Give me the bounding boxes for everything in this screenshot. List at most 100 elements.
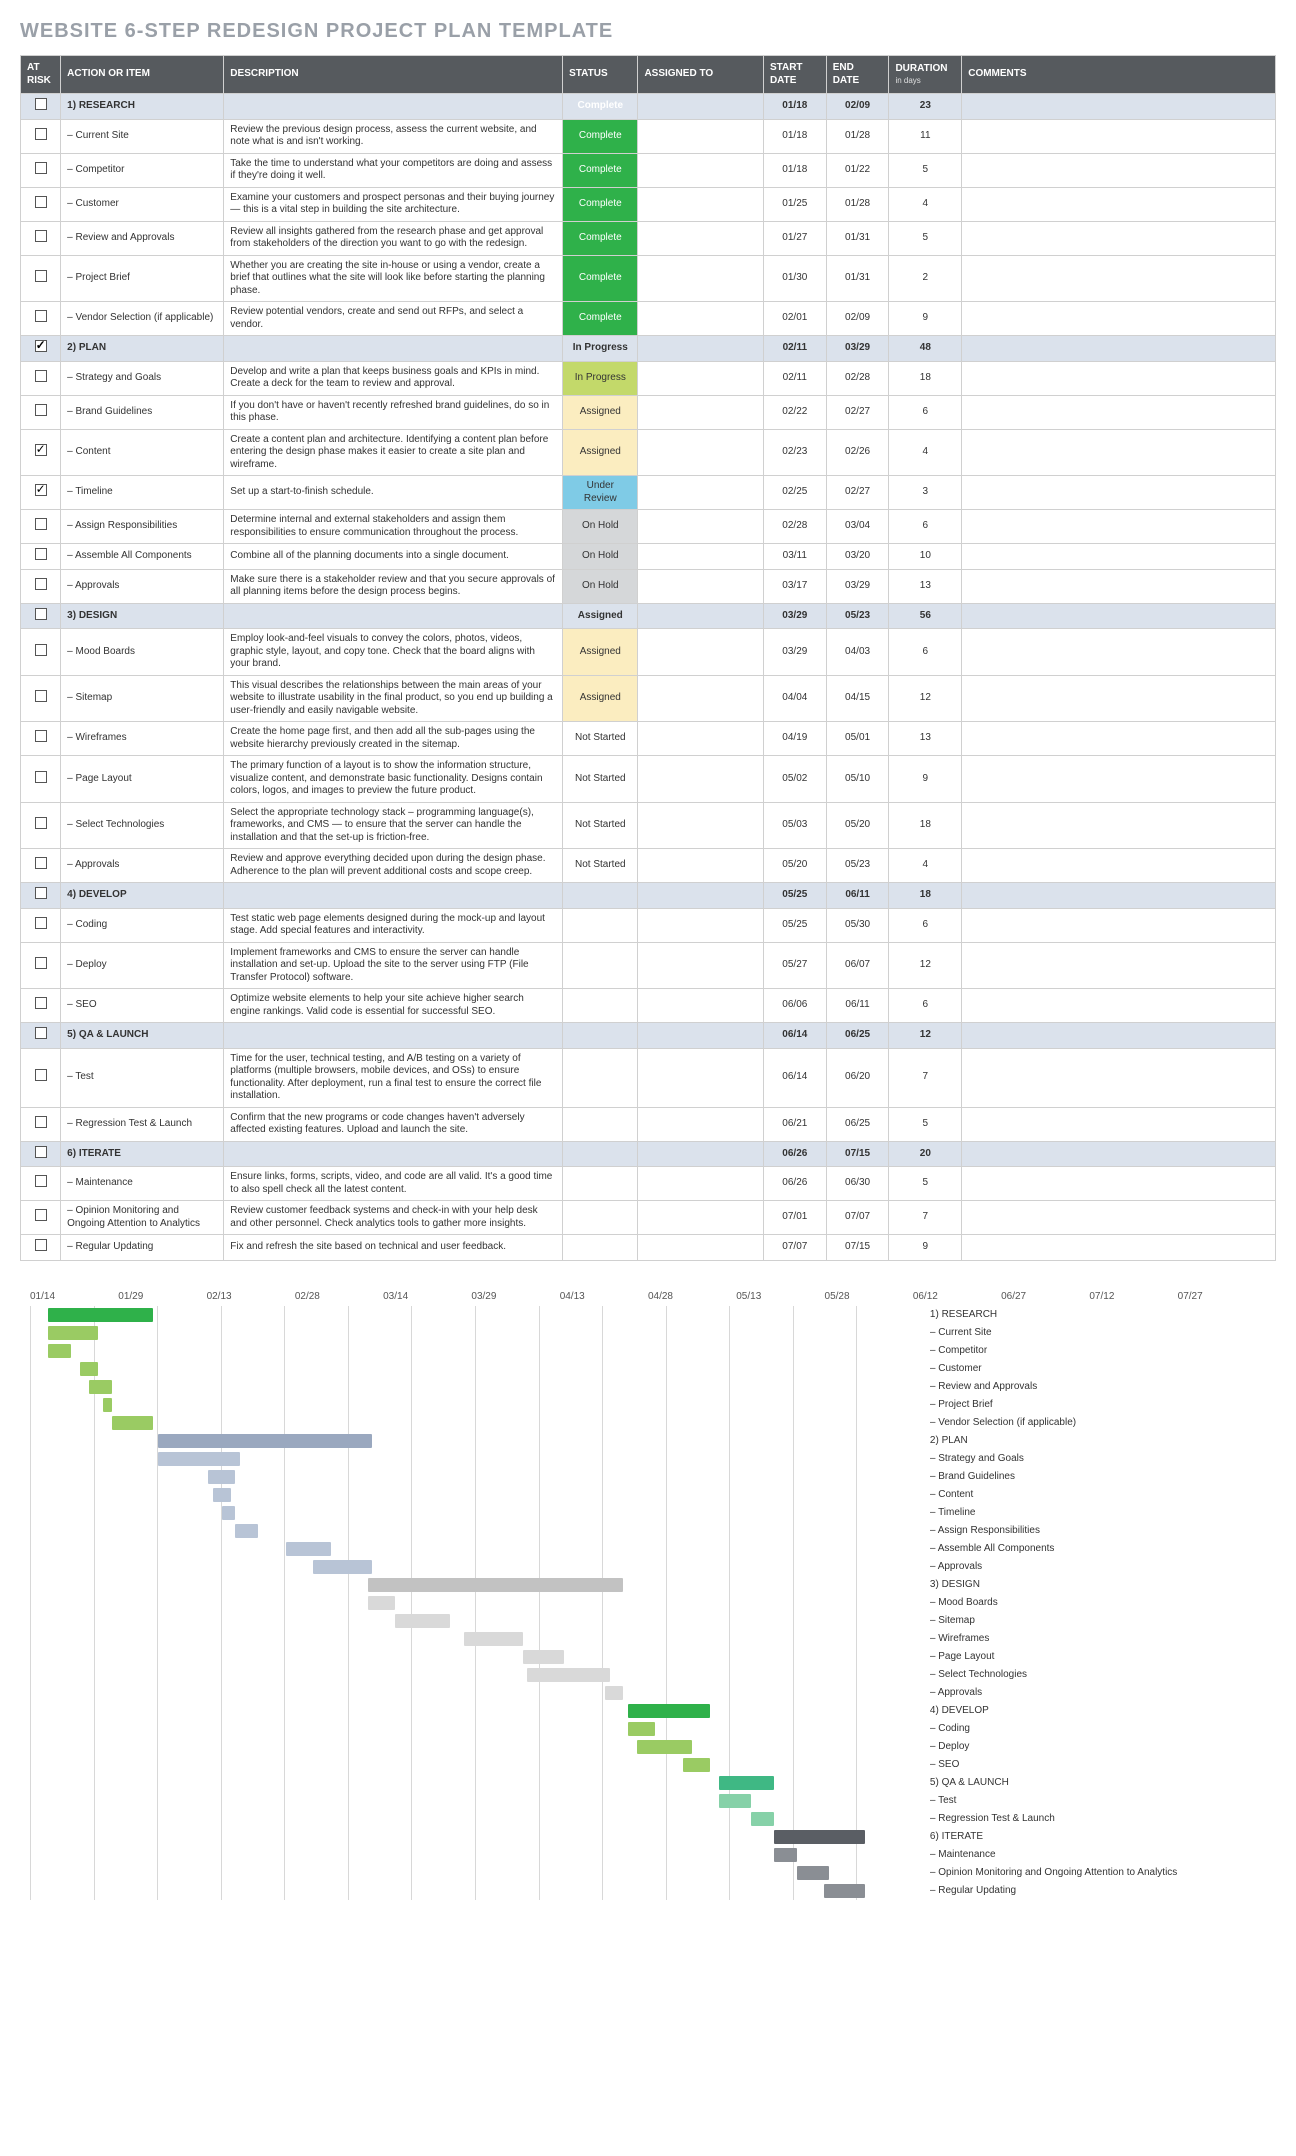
gantt-tick: 06/12 [913,1291,1001,1302]
comments-cell [962,942,1276,989]
table-row: – ApprovalsMake sure there is a stakehol… [21,569,1276,603]
table-row: – CodingTest static web page elements de… [21,908,1276,942]
risk-checkbox[interactable] [35,484,47,496]
start-date-cell: 02/23 [763,429,826,476]
risk-checkbox[interactable] [35,1209,47,1221]
start-date-cell: 02/22 [763,395,826,429]
risk-checkbox[interactable] [35,310,47,322]
gantt-tick: 02/28 [295,1291,383,1302]
gantt-legend-item: 3) DESIGN [930,1576,1266,1594]
status-cell: Complete [563,187,638,221]
end-date-cell: 01/28 [826,119,889,153]
risk-checkbox[interactable] [35,690,47,702]
table-row: – Assemble All ComponentsCombine all of … [21,544,1276,570]
risk-checkbox[interactable] [35,997,47,1009]
risk-checkbox[interactable] [35,98,47,110]
status-cell: Assigned [563,675,638,722]
risk-checkbox[interactable] [35,1027,47,1039]
page-title: WEBSITE 6-STEP REDESIGN PROJECT PLAN TEM… [20,20,1276,43]
table-row: 2) PLANIn Progress02/1103/2948 [21,336,1276,362]
gantt-legend-item: – Mood Boards [930,1594,1266,1612]
comments-cell [962,1235,1276,1261]
action-cell: – Mood Boards [61,629,224,676]
end-date-cell: 02/27 [826,395,889,429]
risk-checkbox[interactable] [35,817,47,829]
risk-checkbox[interactable] [35,444,47,456]
table-row: 1) RESEARCHComplete01/1802/0923 [21,94,1276,120]
description-cell: Create the home page first, and then add… [224,722,563,756]
comments-cell [962,883,1276,909]
action-cell: – Competitor [61,153,224,187]
description-cell [224,1023,563,1049]
risk-checkbox[interactable] [35,957,47,969]
gantt-bar [719,1776,774,1790]
gantt-bar [774,1830,865,1844]
comments-cell [962,1201,1276,1235]
risk-checkbox[interactable] [35,917,47,929]
action-cell: – Timeline [61,476,224,510]
description-cell: Review the previous design process, asse… [224,119,563,153]
risk-checkbox[interactable] [35,518,47,530]
gantt-row [30,1522,920,1540]
risk-checkbox[interactable] [35,1175,47,1187]
description-cell: Optimize website elements to help your s… [224,989,563,1023]
assigned-cell [638,119,764,153]
col-desc: DESCRIPTION [224,56,563,94]
gantt-legend-item: – SEO [930,1756,1266,1774]
risk-checkbox[interactable] [35,404,47,416]
gantt-row [30,1306,920,1324]
risk-checkbox[interactable] [35,162,47,174]
duration-cell: 18 [889,802,962,849]
status-cell [563,1167,638,1201]
risk-checkbox[interactable] [35,230,47,242]
risk-checkbox[interactable] [35,370,47,382]
gantt-row [30,1396,920,1414]
comments-cell [962,849,1276,883]
risk-checkbox[interactable] [35,196,47,208]
risk-checkbox[interactable] [35,270,47,282]
risk-checkbox[interactable] [35,578,47,590]
end-date-cell: 07/15 [826,1141,889,1167]
gantt-bar [48,1326,98,1340]
gantt-legend-item: – Approvals [930,1684,1266,1702]
risk-checkbox[interactable] [35,548,47,560]
status-cell: Complete [563,221,638,255]
status-cell: On Hold [563,510,638,544]
gantt-legend-item: – Vendor Selection (if applicable) [930,1414,1266,1432]
gantt-bar [313,1560,372,1574]
risk-checkbox[interactable] [35,1116,47,1128]
risk-checkbox[interactable] [35,340,47,352]
risk-checkbox[interactable] [35,771,47,783]
start-date-cell: 05/25 [763,908,826,942]
risk-checkbox[interactable] [35,1239,47,1251]
gantt-tick: 04/13 [560,1291,648,1302]
description-cell: Ensure links, forms, scripts, video, and… [224,1167,563,1201]
start-date-cell: 02/11 [763,336,826,362]
risk-checkbox[interactable] [35,887,47,899]
status-cell: Assigned [563,603,638,629]
comments-cell [962,756,1276,803]
col-start: START DATE [763,56,826,94]
risk-checkbox[interactable] [35,1146,47,1158]
table-row: – CustomerExamine your customers and pro… [21,187,1276,221]
duration-cell: 4 [889,187,962,221]
description-cell [224,1141,563,1167]
status-cell: Not Started [563,756,638,803]
end-date-cell: 05/20 [826,802,889,849]
assigned-cell [638,802,764,849]
gantt-tick: 07/27 [1178,1291,1266,1302]
risk-checkbox[interactable] [35,1069,47,1081]
end-date-cell: 05/10 [826,756,889,803]
risk-checkbox[interactable] [35,857,47,869]
start-date-cell: 06/21 [763,1107,826,1141]
col-end: END DATE [826,56,889,94]
duration-cell: 10 [889,544,962,570]
description-cell: Implement frameworks and CMS to ensure t… [224,942,563,989]
description-cell: Review all insights gathered from the re… [224,221,563,255]
risk-checkbox[interactable] [35,128,47,140]
comments-cell [962,1023,1276,1049]
risk-checkbox[interactable] [35,644,47,656]
action-cell: – Vendor Selection (if applicable) [61,302,224,336]
risk-checkbox[interactable] [35,730,47,742]
risk-checkbox[interactable] [35,608,47,620]
